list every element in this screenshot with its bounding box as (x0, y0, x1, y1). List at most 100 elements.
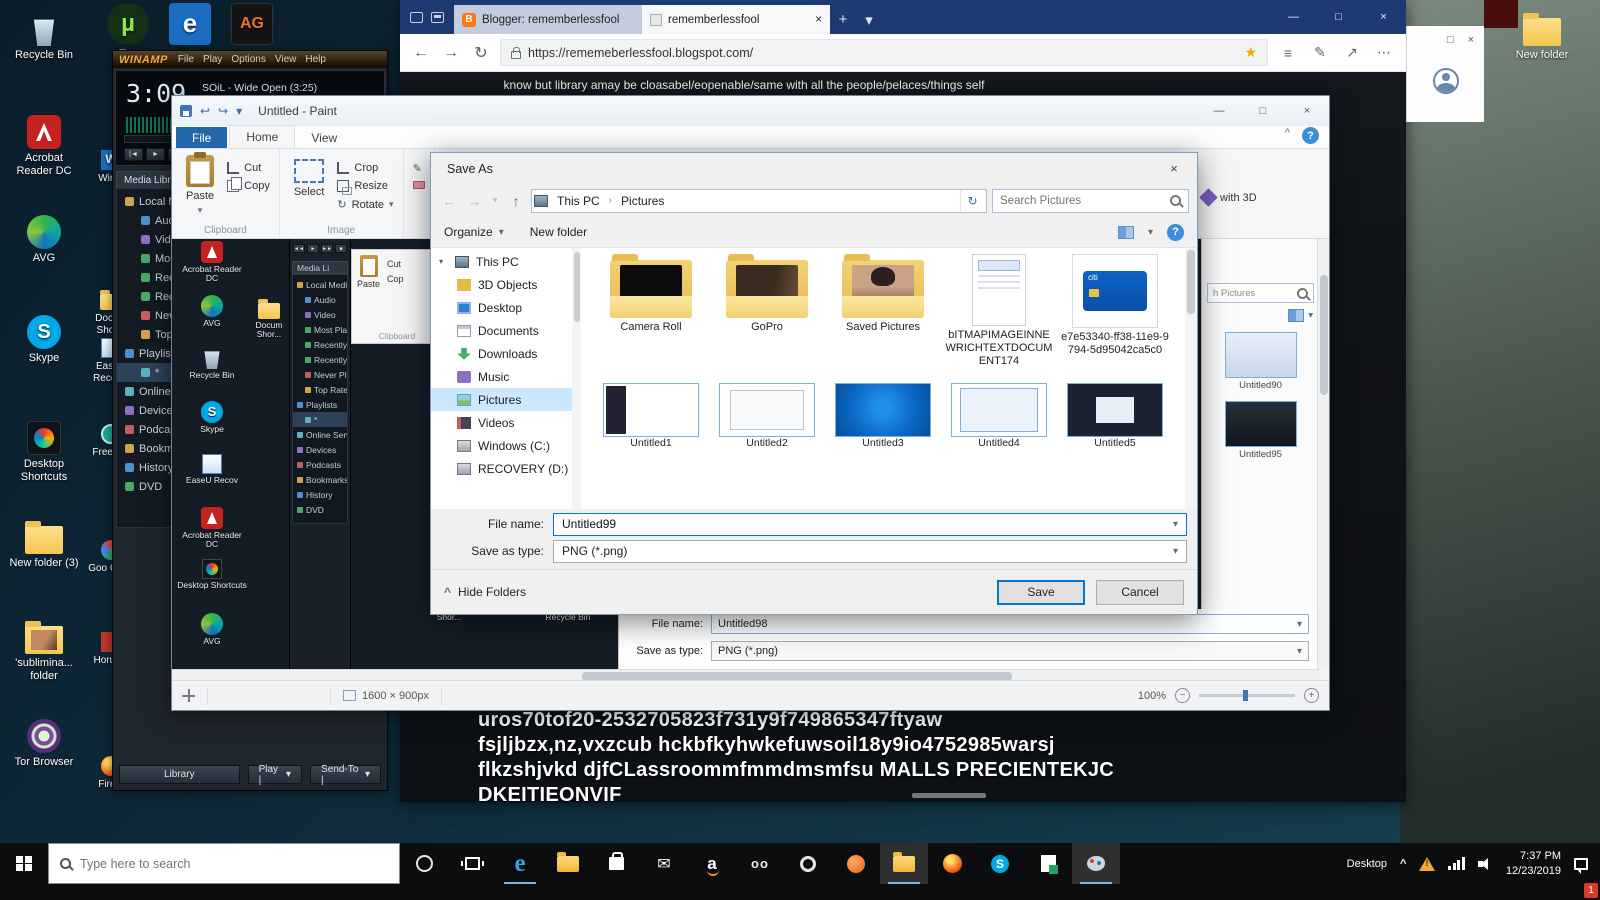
taskbar-search[interactable] (48, 843, 400, 884)
zoom-in-icon[interactable]: + (1304, 688, 1319, 703)
favorite-star-icon[interactable]: ★ (1244, 44, 1257, 61)
breadcrumb-root[interactable]: This PC (550, 193, 607, 209)
start-button[interactable] (0, 843, 48, 884)
change-view-icon[interactable] (1117, 225, 1134, 239)
library-button[interactable]: Library (119, 765, 240, 784)
file-name-field[interactable]: ▾ (553, 512, 1187, 536)
paint-title-bar[interactable]: ↩ ↪ ▾ Untitled - Paint — □ × (172, 96, 1329, 126)
file-item-saved-pictures[interactable]: Saved Pictures (829, 252, 937, 369)
zoom-slider[interactable] (1199, 690, 1295, 701)
forward-icon[interactable]: → (440, 44, 462, 62)
taskbar-app-file-explorer[interactable] (544, 843, 592, 884)
file-item-untitled2[interactable]: Untitled2 (713, 382, 821, 449)
taskbar-app-orange[interactable] (832, 843, 880, 884)
winamp-menu-play[interactable]: Play (203, 54, 222, 65)
tab-layout-icon[interactable] (410, 11, 423, 23)
browser-tab-active[interactable]: rememberlessfool × (642, 5, 830, 34)
file-item-untitled5[interactable]: Untitled5 (1061, 382, 1169, 449)
more-options-icon[interactable]: ⋯ (1372, 44, 1396, 61)
desktop-icon-sublimina-folder[interactable]: 'sublimina... folder (8, 618, 80, 682)
taskbar-app-edge[interactable]: e (496, 843, 544, 884)
forward-icon[interactable]: → (464, 193, 484, 209)
address-bar[interactable]: https://rememeberlessfool.blogspot.com/ … (500, 39, 1268, 66)
winamp-menu-options[interactable]: Options (231, 54, 265, 65)
file-item-untitled1[interactable]: Untitled1 (597, 382, 705, 449)
resize-button[interactable]: Resize (337, 180, 393, 195)
taskbar-app-mail[interactable]: ✉ (640, 843, 688, 884)
crop-button[interactable]: Crop (337, 162, 393, 174)
desktop-icon-ag-tile[interactable]: AG (222, 3, 282, 45)
desktop-icon-tor-browser[interactable]: Tor Browser (8, 716, 80, 769)
copy-button[interactable]: Copy (227, 177, 270, 192)
warning-tray-icon[interactable] (1419, 856, 1436, 871)
desktop-icon-new-folder[interactable]: New folder (1506, 10, 1578, 62)
file-item-untitled4[interactable]: Untitled4 (945, 382, 1053, 449)
edit-with-paint3d-button-fragment[interactable]: with 3D (1199, 188, 1257, 207)
minimize-button[interactable]: — (1197, 97, 1241, 126)
undo-icon[interactable]: ↩ (200, 104, 210, 118)
browser-tab-blogger[interactable]: Blogger: rememberlessfool (454, 5, 642, 34)
desktop-icon-acrobat[interactable]: Acrobat Reader DC (8, 112, 80, 177)
dialog-title-bar[interactable]: Save As × (431, 153, 1197, 184)
file-item-gopro[interactable]: GoPro (713, 252, 821, 369)
new-folder-button[interactable]: New folder (530, 225, 587, 239)
file-item-untitled3[interactable]: Untitled3 (829, 382, 937, 449)
nav-videos[interactable]: Videos (431, 411, 581, 434)
send-to-button[interactable]: Send-To | ▾ (310, 764, 381, 786)
network-icon[interactable] (1448, 857, 1465, 870)
taskbar-app-folder-active[interactable] (880, 843, 928, 884)
cancel-button[interactable]: Cancel (1096, 579, 1184, 605)
back-icon[interactable]: ← (439, 193, 459, 209)
taskbar-app-store[interactable] (592, 843, 640, 884)
desktop-icon-desktop-shortcuts[interactable]: Desktop Shortcuts (8, 418, 80, 483)
help-icon[interactable]: ? (1167, 223, 1184, 241)
vertical-scrollbar[interactable] (1317, 239, 1329, 669)
organize-button[interactable]: Organize ▾ (444, 225, 504, 239)
rotate-button[interactable]: ↻ Rotate ▾ (337, 198, 393, 212)
ink-pen-icon[interactable]: ✎ (1308, 44, 1332, 61)
paste-button[interactable]: Paste ▾ (181, 152, 219, 222)
desktop-toolbar-label[interactable]: Desktop (1347, 858, 1387, 870)
task-view-button[interactable] (448, 843, 496, 884)
file-item-camera-roll[interactable]: Camera Roll (597, 252, 705, 369)
desktop-icon-recycle-bin[interactable]: Recycle Bin (8, 12, 80, 62)
favorites-hub-icon[interactable]: ≡ (1276, 45, 1300, 61)
file-item-bitmap-doc[interactable]: bITMAPIMAGEINNEWRICHTEXTDOCUMENT174 (945, 252, 1053, 369)
show-hidden-icons-chevron[interactable]: ^ (1400, 858, 1406, 870)
nav-documents[interactable]: Documents (431, 319, 581, 342)
new-tab-button[interactable]: + (830, 5, 856, 34)
nav-music[interactable]: Music (431, 365, 581, 388)
qat-dropdown-icon[interactable]: ▾ (236, 104, 242, 118)
play-menu-button[interactable]: Play | ▾ (247, 764, 303, 786)
select-button[interactable]: Select (289, 154, 330, 222)
redo-icon[interactable]: ↪ (218, 104, 228, 118)
files-scrollbar[interactable] (1185, 248, 1197, 509)
taskbar-app-firefox[interactable] (928, 843, 976, 884)
hide-folders-button[interactable]: ^ Hide Folders (444, 585, 526, 599)
previous-button[interactable]: |◄ (124, 148, 143, 161)
minimize-button[interactable]: — (1271, 0, 1316, 34)
winamp-menu-view[interactable]: View (275, 54, 297, 65)
zoom-out-icon[interactable]: − (1175, 688, 1190, 703)
nav-scrollbar[interactable] (572, 248, 581, 509)
tab-home[interactable]: Home (229, 125, 296, 148)
breadcrumb[interactable]: This PC › Pictures ↻ (531, 188, 987, 213)
tab-close-icon[interactable]: × (815, 14, 822, 26)
save-type-select[interactable]: PNG (*.png) ▾ (553, 539, 1187, 563)
search-box[interactable] (992, 188, 1189, 213)
taskbar-app-ring[interactable] (784, 843, 832, 884)
tab-list-chevron-icon[interactable]: ▾ (856, 5, 882, 34)
taskbar-app-binoculars[interactable]: oo (736, 843, 784, 884)
save-button[interactable]: Save (997, 579, 1085, 605)
desktop-icon-avg[interactable]: AVG (8, 212, 80, 265)
file-item-card-image[interactable]: e7e53340-ff38-11e9-9794-5d95042ca5c0 (1061, 252, 1169, 369)
nav-desktop[interactable]: Desktop (431, 296, 581, 319)
desktop-icon-edge-tile[interactable]: e (160, 3, 220, 45)
help-icon[interactable]: ? (1302, 127, 1319, 144)
winamp-menu-file[interactable]: File (178, 54, 194, 65)
pencil-tool[interactable]: ✎ (413, 162, 425, 175)
cortana-button[interactable] (400, 843, 448, 884)
nav-windows-c[interactable]: Windows (C:) (431, 434, 581, 457)
close-button[interactable]: × (1468, 34, 1474, 46)
collapse-ribbon-icon[interactable]: ^ (1285, 127, 1290, 144)
